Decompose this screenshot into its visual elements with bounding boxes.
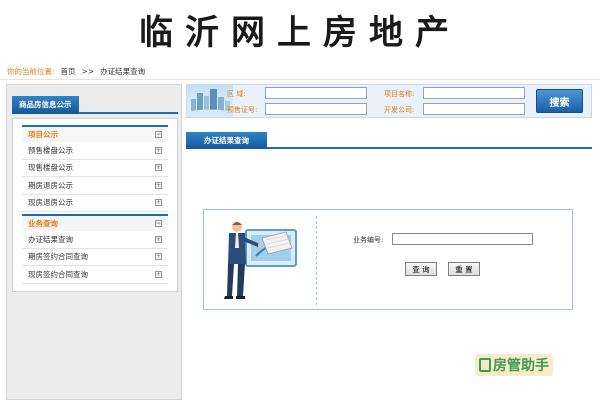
- menu-item-label: 期房签约合同查询: [28, 252, 88, 262]
- menu-item-label: 现房退房公示: [28, 198, 73, 208]
- menu-item-label: 期房退房公示: [28, 180, 73, 190]
- breadcrumb-current: 办证结果查询: [100, 67, 146, 76]
- sidebar-title: 商品房信息公示: [12, 96, 79, 114]
- house-manager-logo-icon: [479, 358, 491, 372]
- query-button[interactable]: 查 询: [405, 262, 437, 276]
- site-title: 临沂网上房地产: [139, 12, 461, 53]
- menu-item-presale-projects[interactable]: 预售楼盘公示 +: [22, 142, 168, 160]
- expand-icon[interactable]: +: [155, 181, 162, 189]
- menu-item-label: 预售楼盘公示: [28, 145, 73, 155]
- breadcrumb-home-link[interactable]: 首页: [61, 66, 76, 77]
- expand-icon[interactable]: +: [155, 164, 162, 172]
- breadcrumb-separator: >>: [81, 67, 95, 76]
- permit-number-label: 预售证号:: [227, 106, 258, 114]
- permit-number-input[interactable]: [265, 103, 367, 115]
- breadcrumb-lead: 你的当前位置:: [7, 67, 55, 76]
- menu-item-offplan-returns[interactable]: 期房退房公示 +: [22, 177, 168, 195]
- tab-certificate-query[interactable]: 办证结果查询: [186, 132, 267, 149]
- businessman-illustration: [224, 222, 297, 299]
- sidebar-header: 商品房信息公示: [12, 96, 178, 114]
- menu-group-label: 项目公示: [28, 130, 58, 139]
- menu-item-label: 办证结果查询: [28, 234, 73, 244]
- menu-group-project-announcement[interactable]: 项目公示 −: [22, 125, 168, 142]
- search-bar: 区 域: 预售证号: 项目名称: 开发公司: 搜索: [186, 84, 592, 118]
- menu-item-label: 现售楼盘公示: [28, 163, 73, 173]
- breadcrumb: 你的当前位置: 首页 >> 办证结果查询: [0, 64, 600, 80]
- menu-item-label: 现房签约合同查询: [28, 269, 88, 279]
- site-banner: 临沂网上房地产: [0, 0, 600, 58]
- project-name-label: 项目名称:: [384, 90, 415, 98]
- menu-item-certificate-query[interactable]: 办证结果查询 +: [22, 231, 168, 249]
- menu-item-existing-contract-query[interactable]: 现房签约合同查询 +: [22, 266, 168, 284]
- expand-icon[interactable]: +: [155, 146, 162, 154]
- collapse-icon[interactable]: −: [155, 220, 162, 227]
- watermark-text: 房管助手: [493, 358, 549, 374]
- project-name-input[interactable]: [423, 87, 525, 99]
- sidebar-menu: 项目公示 − 预售楼盘公示 + 现售楼盘公示 + 期房退房公示 + 现房退房公示…: [12, 118, 178, 292]
- search-button[interactable]: 搜索: [536, 89, 583, 113]
- developer-label: 开发公司:: [384, 106, 415, 114]
- menu-item-existing-returns[interactable]: 现房退房公示 +: [22, 195, 168, 212]
- query-form-card: 业务编号: 查 询 重 置: [203, 209, 573, 310]
- expand-icon[interactable]: +: [155, 253, 162, 261]
- expand-icon[interactable]: +: [155, 270, 162, 278]
- expand-icon[interactable]: +: [155, 199, 162, 207]
- business-number-input[interactable]: [392, 233, 533, 245]
- menu-item-onsale-projects[interactable]: 现售楼盘公示 +: [22, 160, 168, 177]
- card-divider: [316, 216, 317, 305]
- result-tabbar: 办证结果查询: [186, 132, 592, 149]
- menu-item-offplan-contract-query[interactable]: 期房签约合同查询 +: [22, 249, 168, 266]
- district-input[interactable]: [265, 87, 367, 99]
- reset-button[interactable]: 重 置: [448, 262, 480, 276]
- menu-group-label: 业务查询: [28, 219, 58, 228]
- menu-group-business-query[interactable]: 业务查询 −: [22, 214, 168, 231]
- expand-icon[interactable]: +: [155, 235, 162, 243]
- sidebar: 商品房信息公示 项目公示 − 预售楼盘公示 + 现售楼盘公示 + 期房退房公示 …: [6, 84, 182, 400]
- collapse-icon[interactable]: −: [155, 131, 162, 138]
- developer-input[interactable]: [423, 103, 525, 115]
- district-label: 区 域:: [227, 90, 246, 98]
- business-number-label: 业务编号:: [353, 236, 384, 244]
- watermark: 房管助手: [475, 354, 553, 376]
